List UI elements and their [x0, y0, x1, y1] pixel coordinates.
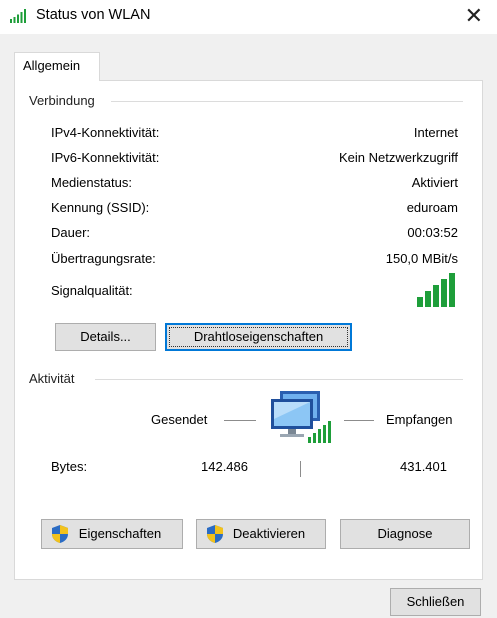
disable-button[interactable]: Deaktivieren [196, 519, 326, 549]
shield-icon [52, 525, 68, 543]
value-ssid: eduroam [406, 200, 458, 215]
label-ipv4: IPv4-Konnektivität: [51, 125, 160, 140]
tab-label: Allgemein [23, 58, 81, 73]
details-button-label: Details... [80, 329, 131, 344]
wireless-properties-button[interactable]: Drahtloseigenschaften [165, 323, 352, 351]
label-ipv6: IPv6-Konnektivität: [51, 150, 160, 165]
group-divider-activity [95, 379, 463, 380]
bytes-label: Bytes: [51, 459, 88, 474]
label-transfer-rate: Übertragungsrate: [51, 251, 156, 266]
value-transfer-rate: 150,0 MBit/s [385, 251, 458, 266]
properties-button-label: Eigenschaften [78, 526, 162, 541]
tab-allgemein[interactable]: Allgemein [14, 52, 100, 81]
title-bar: Status von WLAN ✕ [0, 0, 497, 34]
close-button[interactable]: Schließen [390, 588, 481, 616]
label-ssid: Kennung (SSID): [51, 200, 150, 215]
received-connector-line [344, 420, 374, 421]
shield-icon [207, 525, 223, 543]
label-media-status: Medienstatus: [51, 175, 132, 190]
value-ipv6: Kein Netzwerkzugriff [339, 150, 458, 165]
tab-panel: Verbindung IPv4-Konnektivität: Internet … [14, 80, 483, 580]
close-button-label: Schließen [406, 594, 465, 609]
group-label-activity: Aktivität [29, 371, 81, 386]
diagnose-button[interactable]: Diagnose [340, 519, 470, 549]
window-title: Status von WLAN [36, 7, 151, 23]
bytes-sent-value: 142.486 [201, 459, 248, 474]
wireless-properties-button-label: Drahtloseigenschaften [193, 329, 324, 344]
value-duration: 00:03:52 [407, 225, 458, 240]
label-signal-quality: Signalqualität: [51, 283, 133, 298]
network-computer-icon [271, 391, 331, 443]
value-media-status: Aktiviert [411, 175, 458, 190]
dialog-client-area: Allgemein Verbindung IPv4-Konnektivität:… [0, 34, 497, 618]
diagnose-button-label: Diagnose [377, 526, 433, 541]
close-icon[interactable]: ✕ [465, 2, 483, 30]
group-label-connection: Verbindung [29, 93, 101, 108]
label-duration: Dauer: [51, 225, 91, 240]
disable-button-label: Deaktivieren [232, 526, 306, 541]
group-divider-connection [111, 101, 463, 102]
sent-label: Gesendet [151, 412, 208, 427]
properties-button[interactable]: Eigenschaften [41, 519, 183, 549]
received-label: Empfangen [386, 412, 453, 427]
bytes-divider [300, 461, 301, 477]
wifi-signal-icon [10, 9, 26, 23]
details-button[interactable]: Details... [55, 323, 156, 351]
bytes-received-value: 431.401 [400, 459, 447, 474]
sent-connector-line [224, 420, 256, 421]
value-ipv4: Internet [413, 125, 458, 140]
signal-strength-icon [417, 273, 455, 307]
